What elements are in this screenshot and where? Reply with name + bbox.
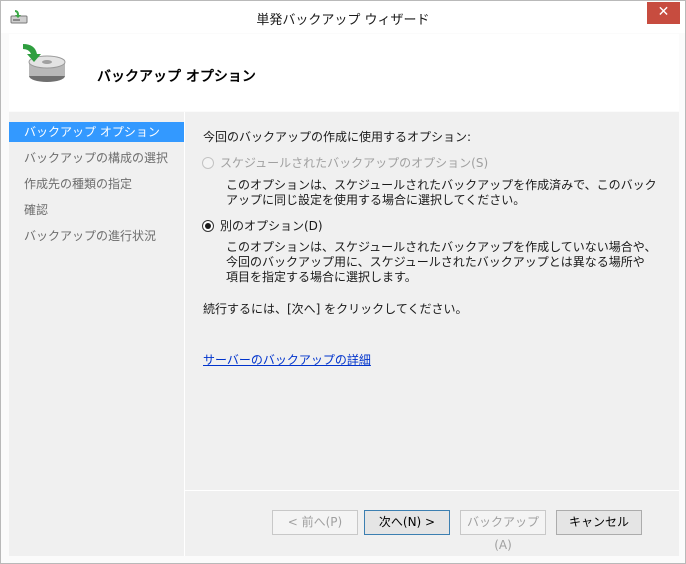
nav-item-select-config[interactable]: バックアップの構成の選択	[9, 148, 184, 168]
wizard-body: バックアップ オプション バックアップの構成の選択 作成先の種類の指定 確認 バ…	[9, 112, 679, 556]
wizard-window: 単発バックアップ ウィザード ✕ バックアップ オプション バックアップ オプシ…	[0, 0, 686, 564]
nav-item-confirmation[interactable]: 確認	[9, 200, 184, 220]
different-option-radio[interactable]	[202, 220, 214, 232]
nav-item-destination-type[interactable]: 作成先の種類の指定	[9, 174, 184, 194]
options-prompt: 今回のバックアップの作成に使用するオプション:	[203, 130, 472, 144]
different-option-desc-2: 今回のバックアップ用に、スケジュールされたバックアップとは異なる場所や	[226, 255, 645, 269]
wizard-steps-nav: バックアップ オプション バックアップの構成の選択 作成先の種類の指定 確認 バ…	[9, 112, 185, 556]
different-option-desc-1: このオプションは、スケジュールされたバックアップを作成していない場合や、	[226, 240, 657, 254]
nav-item-progress[interactable]: バックアップの進行状況	[9, 226, 184, 246]
scheduled-option-label[interactable]: スケジュールされたバックアップのオプション(S)	[220, 155, 488, 171]
different-option-desc-3: 項目を指定する場合に選択します。	[226, 270, 417, 284]
backup-details-link[interactable]: サーバーのバックアップの詳細	[203, 352, 371, 368]
scheduled-option-desc-2: アップに同じ設定を使用する場合に選択してください。	[226, 193, 526, 207]
next-button[interactable]: 次へ(N) >	[364, 510, 450, 535]
prev-button[interactable]: < 前へ(P)	[272, 510, 358, 535]
different-option-label[interactable]: 別のオプション(D)	[220, 218, 323, 234]
scheduled-option-radio[interactable]	[202, 157, 214, 169]
nav-item-backup-options[interactable]: バックアップ オプション	[9, 122, 184, 142]
close-button[interactable]: ✕	[647, 2, 680, 24]
scheduled-option-desc-1: このオプションは、スケジュールされたバックアップを作成済みで、このバック	[226, 178, 657, 192]
footer-separator	[185, 490, 679, 491]
backup-drive-icon	[23, 44, 66, 82]
radio-selected-dot	[205, 223, 211, 229]
title-bar: 単発バックアップ ウィザード ✕	[1, 1, 685, 33]
page-title: バックアップ オプション	[97, 69, 256, 85]
backup-button[interactable]: バックアップ(A)	[460, 510, 546, 552]
continue-instruction: 続行するには、[次へ] をクリックしてください。	[203, 302, 468, 316]
window-title: 単発バックアップ ウィザード	[256, 13, 430, 28]
cancel-button[interactable]: キャンセル	[556, 510, 642, 535]
wizard-header: バックアップ オプション	[9, 34, 679, 111]
